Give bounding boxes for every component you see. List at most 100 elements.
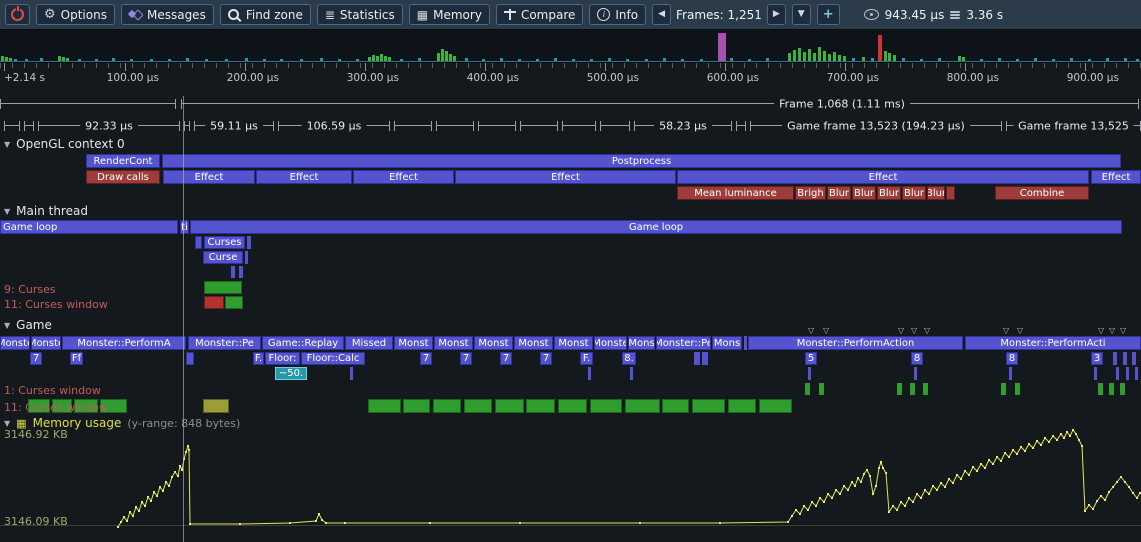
timeline-zone[interactable]: 8 bbox=[1006, 352, 1018, 365]
timeline-zone[interactable] bbox=[433, 399, 461, 413]
timeline-zone[interactable]: Mons bbox=[628, 336, 655, 350]
collapsed-zone-marker-icon[interactable]: ▽ bbox=[898, 327, 904, 335]
timeline-zone[interactable] bbox=[805, 383, 810, 395]
timeline-zone[interactable]: Missed bbox=[345, 336, 393, 350]
collapsed-zone-marker-icon[interactable]: ▽ bbox=[1017, 327, 1023, 335]
timeline-zone[interactable]: Monster::PerformActi bbox=[965, 336, 1141, 350]
timeline-zone[interactable] bbox=[403, 399, 430, 413]
timeline-zone[interactable] bbox=[1094, 367, 1097, 380]
timeline-zone[interactable]: Monst bbox=[554, 336, 593, 350]
collapsed-zone-marker-icon[interactable]: ▽ bbox=[924, 327, 930, 335]
collapsed-zone-marker-icon[interactable]: ▽ bbox=[1003, 327, 1009, 335]
timeline-zone[interactable]: 8 bbox=[911, 352, 923, 365]
timeline-zone[interactable] bbox=[1116, 367, 1119, 380]
timeline-zone[interactable]: Monster::Pe bbox=[656, 336, 711, 350]
timeline-zone[interactable] bbox=[808, 367, 811, 380]
timeline-zone[interactable]: Curses bbox=[204, 236, 245, 249]
timeline-zone[interactable]: Blur bbox=[852, 186, 876, 200]
timeline-zone[interactable]: Postprocess bbox=[162, 154, 1121, 168]
timeline-zone[interactable] bbox=[558, 399, 587, 413]
timeline-zone[interactable]: 7 bbox=[500, 352, 512, 365]
timeline-zone[interactable] bbox=[1098, 383, 1103, 395]
timeline-zone[interactable]: 3 bbox=[1091, 352, 1103, 365]
timeline-zone[interactable] bbox=[1132, 352, 1136, 365]
timeline-zone[interactable] bbox=[728, 399, 756, 413]
timeline-zone[interactable] bbox=[1109, 383, 1114, 395]
timeline-zone[interactable] bbox=[204, 296, 224, 309]
timeline-zone[interactable] bbox=[203, 399, 229, 413]
timeline-zone[interactable] bbox=[744, 336, 747, 350]
timeline-zone[interactable]: Floor::Calc bbox=[301, 352, 365, 365]
timeline-zone[interactable] bbox=[195, 236, 202, 249]
timeline-zone[interactable]: Monste bbox=[31, 336, 61, 350]
timeline-zone[interactable]: Blur bbox=[902, 186, 926, 200]
timeline-zone[interactable] bbox=[495, 399, 524, 413]
timeline-zone[interactable] bbox=[231, 266, 235, 278]
collapsed-zone-marker-icon[interactable]: ▽ bbox=[808, 327, 814, 335]
timeline-zone[interactable] bbox=[923, 383, 928, 395]
timeline-zone[interactable]: Mean luminance bbox=[677, 186, 794, 200]
timeline-zone[interactable] bbox=[662, 399, 689, 413]
timeline-zone[interactable] bbox=[204, 281, 242, 294]
timeline-zone[interactable]: Effect bbox=[163, 170, 255, 184]
timeline-zone[interactable]: RenderCont bbox=[86, 154, 160, 168]
timeline-zone[interactable] bbox=[1009, 367, 1012, 380]
timeline-zone[interactable] bbox=[588, 367, 591, 380]
timeline-zone[interactable] bbox=[914, 367, 917, 380]
timeline-zone[interactable]: Effect bbox=[256, 170, 352, 184]
timeline-zone[interactable] bbox=[1123, 352, 1127, 365]
timeline-zone[interactable]: Game loop bbox=[0, 220, 178, 234]
timeline-zone[interactable]: Blur bbox=[877, 186, 901, 200]
timeline-zone[interactable]: 7 bbox=[460, 352, 472, 365]
timeline-zone[interactable]: 5 bbox=[805, 352, 817, 365]
timeline-zone[interactable]: Monster::PerformA bbox=[62, 336, 186, 350]
timeline-zone[interactable]: Mons bbox=[712, 336, 742, 350]
timeline-zone[interactable]: Effect bbox=[455, 170, 676, 184]
timeline-zone[interactable]: 8. bbox=[622, 352, 636, 365]
timeline-zone[interactable] bbox=[186, 352, 194, 365]
timeline-zone[interactable]: Blur bbox=[827, 186, 851, 200]
timeline-zone[interactable] bbox=[819, 383, 824, 395]
timeline-zone[interactable]: 7 bbox=[30, 352, 42, 365]
timeline-zone[interactable] bbox=[759, 399, 792, 413]
timeline-zone[interactable] bbox=[1001, 383, 1006, 395]
timeline-zone[interactable] bbox=[225, 296, 243, 309]
timeline-zone[interactable] bbox=[368, 399, 401, 413]
timeline-zone[interactable]: 7 bbox=[420, 352, 432, 365]
timeline-zone[interactable]: Monst bbox=[434, 336, 473, 350]
timeline-zone[interactable] bbox=[526, 399, 555, 413]
timeline-zone[interactable]: Monster::Pe bbox=[188, 336, 261, 350]
timeline-zone[interactable]: F. bbox=[580, 352, 593, 365]
timeline-zone[interactable] bbox=[1015, 383, 1020, 395]
timeline-zone[interactable]: Game::Replay bbox=[262, 336, 344, 350]
timeline-zone[interactable]: Monst bbox=[474, 336, 513, 350]
timeline-zone[interactable]: Ff bbox=[70, 352, 83, 365]
timeline-zone[interactable]: Monst bbox=[514, 336, 553, 350]
timeline-zone[interactable] bbox=[694, 352, 700, 365]
timeline-zone[interactable] bbox=[1135, 367, 1138, 380]
timeline-zone[interactable]: 7 bbox=[540, 352, 552, 365]
timeline-zone[interactable] bbox=[245, 251, 248, 264]
timeline-zone[interactable] bbox=[1113, 352, 1117, 365]
timeline-zone[interactable] bbox=[239, 266, 243, 278]
timeline-zone[interactable] bbox=[247, 236, 251, 249]
timeline-zone[interactable]: ~50. bbox=[275, 367, 307, 380]
timeline-zone[interactable] bbox=[1126, 367, 1129, 380]
timeline-zone[interactable] bbox=[692, 399, 725, 413]
timeline-zone[interactable]: Draw calls bbox=[86, 170, 160, 184]
timeline-zone[interactable]: Effect bbox=[1091, 170, 1141, 184]
collapsed-zone-marker-icon[interactable]: ▽ bbox=[1120, 327, 1126, 335]
timeline-zone[interactable] bbox=[702, 352, 708, 365]
timeline-zone[interactable]: Game loop bbox=[190, 220, 1122, 234]
time-cursor-line[interactable] bbox=[183, 96, 184, 542]
timeline-zone[interactable]: Monster::PerformAction bbox=[748, 336, 963, 350]
timeline-zone[interactable]: Brigh bbox=[795, 186, 826, 200]
timeline-zone[interactable]: Monst bbox=[394, 336, 433, 350]
collapsed-zone-marker-icon[interactable]: ▽ bbox=[823, 327, 829, 335]
timeline-zone[interactable]: Floor: bbox=[265, 352, 300, 365]
timeline-zone[interactable]: Effect bbox=[353, 170, 454, 184]
collapsed-zone-marker-icon[interactable]: ▽ bbox=[911, 327, 917, 335]
timeline-zone[interactable]: Blur bbox=[927, 186, 945, 200]
timeline-zone[interactable]: Effect bbox=[677, 170, 1089, 184]
timeline-zone[interactable] bbox=[946, 186, 955, 200]
